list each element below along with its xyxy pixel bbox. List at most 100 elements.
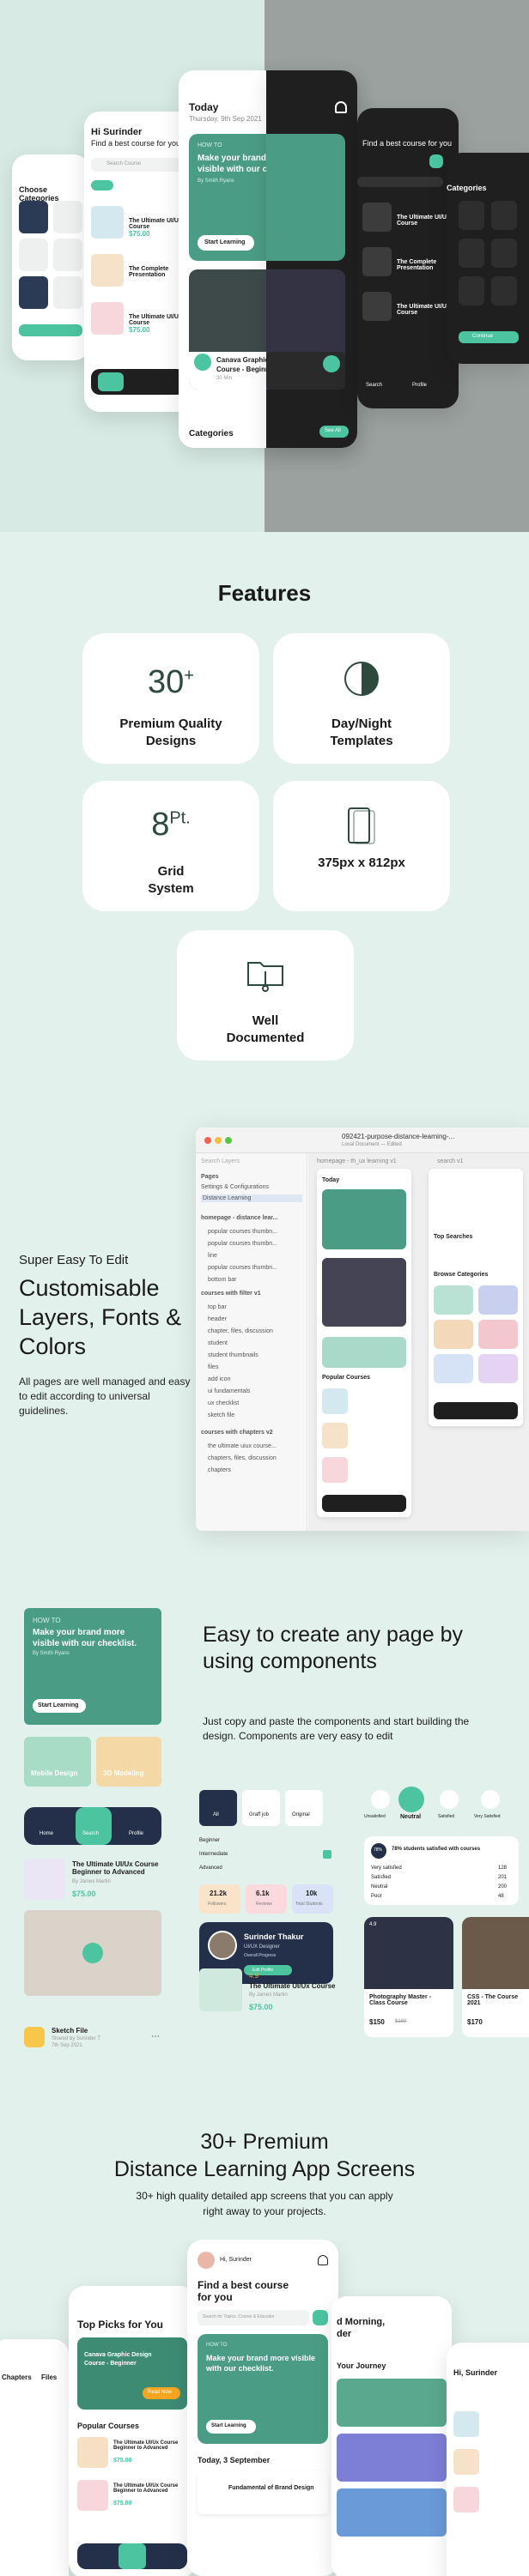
course-price: $75.00 xyxy=(129,326,150,334)
component-hero-card[interactable]: HOW TO Make your brand more visible with… xyxy=(24,1608,161,1725)
bell-icon[interactable] xyxy=(318,2255,328,2265)
sketch-window: 092421-purpose-distance-learning-... Loc… xyxy=(196,1128,529,1531)
file-name: 092421-purpose-distance-learning-... xyxy=(342,1133,455,1140)
bottom-nav xyxy=(91,369,185,395)
start-learning-button[interactable]: Start Learning xyxy=(206,2420,256,2434)
screens-description: 30+ high quality detailed app screens th… xyxy=(136,2190,393,2217)
screens-title: 30+ Premium Distance Learning App Screen… xyxy=(113,2130,416,2181)
course-price: $75.00 xyxy=(129,230,150,238)
component-class-card-2[interactable]: CSS - The Course 2021 $170 xyxy=(462,1917,529,2037)
nav-home[interactable] xyxy=(98,372,124,391)
day-night-icon xyxy=(344,662,379,696)
component-level-list: Beginner Intermediate Advanced xyxy=(199,1836,333,1879)
greeting: Hi Surinder xyxy=(91,127,143,137)
search-input[interactable]: Search for Topics, Course & Educator xyxy=(198,2310,309,2325)
category-tile[interactable] xyxy=(19,201,48,233)
read-now-button[interactable]: Read Now xyxy=(143,2387,180,2399)
custom-title: Customisable Layers, Fonts & Colors xyxy=(19,1275,182,1359)
file-icon xyxy=(24,2027,45,2047)
close-icon[interactable] xyxy=(204,1137,211,1144)
category-tile[interactable] xyxy=(19,276,48,309)
phone-size-icon xyxy=(348,807,375,844)
phone-home-light: Hi Surinder Find a best course for you S… xyxy=(84,112,192,412)
search-layers-input[interactable]: Search Layers xyxy=(201,1158,240,1164)
start-learning-button[interactable]: Start Learning xyxy=(33,1699,86,1713)
feature-grid-system: 8Pt. Grid System xyxy=(82,781,259,911)
more-icon[interactable]: ⋯ xyxy=(151,2032,160,2041)
screens-showcase: Chapters Files Top Picks for You Canava … xyxy=(0,2240,529,2576)
component-course-item-2[interactable]: 4.9 The Ultimate UI/Ux Course By James M… xyxy=(199,1968,337,2020)
component-stats: 21.2k Followers 6.1k Reviews 10k Total S… xyxy=(199,1884,333,1914)
feature-day-night: Day/Night Templates xyxy=(273,633,450,764)
filter-button[interactable] xyxy=(313,2310,328,2325)
course-thumbnail xyxy=(91,302,124,335)
maximize-icon[interactable] xyxy=(225,1137,232,1144)
component-filter-tabs: All Graff job Original xyxy=(199,1790,328,1826)
nav-search: Search xyxy=(82,1831,100,1836)
custom-description: All pages are well managed and easy to e… xyxy=(19,1376,191,1417)
artboard-search[interactable]: Top Searches Browse Categories xyxy=(429,1169,523,1426)
custom-kicker: Super Easy To Edit xyxy=(19,1253,129,1267)
easy-description: Just copy and paste the components and s… xyxy=(203,1715,470,1742)
chip-3d-modeling[interactable]: 3D Modeling xyxy=(96,1737,161,1787)
categories-title: Choose Categories xyxy=(19,185,59,203)
avatar xyxy=(198,2252,215,2269)
page-item-selected[interactable]: Distance Learning xyxy=(201,1194,302,1202)
component-mood-selector: Unsatisfied Neutral Satisfied Very Satis… xyxy=(364,1787,519,1826)
category-tile[interactable] xyxy=(53,201,82,233)
component-video-thumb[interactable] xyxy=(24,1910,161,1996)
phone-home-dark: Find a best course for you The Ultimate … xyxy=(357,108,459,408)
start-learning-button[interactable]: Start Learning xyxy=(198,235,254,251)
find-course-text: Find a best course for you xyxy=(91,139,181,148)
canvas-area: homepage - th_ux learning v1 search v1 T… xyxy=(308,1153,529,1531)
feature-documented: Well Documented xyxy=(177,930,354,1061)
category-tile[interactable] xyxy=(53,239,82,271)
component-bottom-nav: Home Search Profile xyxy=(24,1807,161,1845)
search-input[interactable]: Search Course xyxy=(91,158,185,172)
continue-button[interactable]: Continue xyxy=(459,331,519,343)
component-course-item[interactable]: The Ultimate UI/Ux Course Beginner to Ad… xyxy=(24,1857,161,1902)
phone-categories-dark: Categories Continue xyxy=(447,153,529,364)
artboard-homepage[interactable]: Today Popular Courses xyxy=(317,1169,411,1517)
category-tile[interactable] xyxy=(19,239,48,271)
phone-chapters: Chapters Files xyxy=(0,2339,69,2576)
phone-today-dark: See All xyxy=(266,70,357,448)
search-button[interactable] xyxy=(429,154,443,168)
today-date: Thursday, 9th Sep 2021 xyxy=(189,115,262,123)
play-icon[interactable] xyxy=(194,354,211,371)
play-icon[interactable] xyxy=(82,1943,103,1963)
nav-home[interactable]: Home xyxy=(40,1831,53,1836)
avatar xyxy=(208,1931,237,1960)
tab-recent[interactable] xyxy=(91,180,113,190)
hero-section: Choose Categories Hi Surinder Find a bes… xyxy=(0,0,529,532)
nav-profile[interactable]: Profile xyxy=(412,383,427,388)
nav-profile[interactable]: Profile xyxy=(129,1831,143,1836)
check-icon[interactable] xyxy=(323,1850,331,1859)
phone-home-partial: Hi, Surinder xyxy=(447,2343,529,2576)
component-class-card[interactable]: 4.9 Photography Master - Class Course $1… xyxy=(364,1917,453,2037)
file-status: Local Document — Edited xyxy=(342,1142,402,1147)
phone-top-picks: Top Picks for You Canava Graphic Design … xyxy=(69,2286,196,2576)
pages-label: Pages xyxy=(201,1174,219,1180)
continue-button[interactable] xyxy=(19,324,82,336)
category-tile[interactable] xyxy=(53,276,82,309)
feature-screen-size: 375px x 812px xyxy=(273,781,450,911)
course-thumbnail xyxy=(91,206,124,239)
phone-journey: d Morning, der Your Journey xyxy=(331,2296,452,2576)
chip-mobile-design[interactable]: Mobile Design xyxy=(24,1737,91,1787)
component-file-item[interactable]: Sketch File Shared by Surinder T 7th Sep… xyxy=(24,2027,161,2051)
course-thumbnail xyxy=(91,254,124,287)
folder-icon xyxy=(247,962,283,992)
nav-search[interactable]: Search xyxy=(366,383,382,388)
layers-panel: Search Layers Pages Settings & Configura… xyxy=(196,1153,307,1531)
feature-premium-designs: 30+ Premium Quality Designs xyxy=(82,633,259,764)
phone-categories-light: Choose Categories xyxy=(12,154,89,360)
features-title: Features xyxy=(217,580,312,606)
bottom-nav xyxy=(77,2543,187,2569)
minimize-icon[interactable] xyxy=(215,1137,222,1144)
see-all-button[interactable]: See All xyxy=(319,426,349,438)
play-icon[interactable] xyxy=(323,355,340,372)
easy-title: Easy to create any page by using compone… xyxy=(203,1623,463,1673)
bell-icon[interactable] xyxy=(335,101,347,113)
page-item[interactable]: Settings & Configurations xyxy=(201,1184,269,1190)
